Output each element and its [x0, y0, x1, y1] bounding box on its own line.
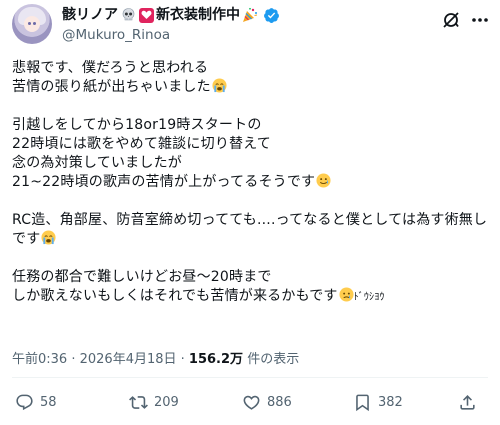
like-count: 886	[267, 395, 292, 410]
separator-dot: ·	[71, 352, 80, 367]
skull-icon	[120, 7, 136, 23]
tweet-line: 22時頃には歌をやめて雑談に切り替えて	[12, 136, 271, 152]
repost-count: 209	[154, 395, 179, 410]
tweet-line: しか歌えないもしくはそれでも苦情が来るかもです ﾄﾞｳｼﾖｳ	[12, 287, 385, 304]
tweet-line: 悲報です、僕だろうと思われる	[12, 60, 209, 76]
display-name-suffix[interactable]: 新衣装制作中	[156, 5, 240, 25]
name-row[interactable]: 骸リノア 新衣装制作中	[62, 5, 280, 25]
tweet-line: 任務の都合で難しいけどお昼～20時まで	[12, 269, 272, 285]
tweet-line: 21~22時頃の歌声の苦情が上がってるそうです	[12, 173, 492, 192]
tweet-date[interactable]: 2026年4月18日	[80, 352, 177, 367]
views-count: 156.2万	[188, 352, 244, 367]
reply-count: 58	[40, 395, 57, 410]
trailing-text: ﾄﾞｳｼﾖｳ	[353, 292, 385, 303]
tweet-meta: 午前0:36 · 2026年4月18日 · 156.2万 件の表示	[12, 351, 299, 369]
tweet-text: 悲報です、僕だろうと思われる 苦情の張り紙が出ちゃいました 引越しをしてから18…	[12, 59, 492, 306]
tweet-header: 骸リノア 新衣装制作中 @Mukuro_Rinoa	[0, 0, 500, 52]
tweet-line: RC造、角部屋、防音室締め切ってても....ってなると僕としては為す術無し	[12, 212, 488, 228]
crying-face-icon	[41, 230, 56, 245]
share-icon	[460, 395, 475, 410]
sad-tear-icon	[339, 287, 354, 302]
heart-icon	[138, 7, 154, 23]
display-name[interactable]: 骸リノア	[62, 5, 118, 25]
verified-badge-icon	[264, 7, 279, 23]
tweet-line: です	[12, 230, 492, 249]
user-handle[interactable]: @Mukuro_Rinoa	[62, 26, 170, 44]
separator-dot: ·	[180, 352, 189, 367]
avatar[interactable]	[12, 4, 52, 44]
share-button[interactable]	[458, 393, 477, 412]
grok-icon[interactable]	[441, 10, 461, 30]
bookmark-count: 382	[378, 395, 403, 410]
crying-face-icon	[212, 78, 227, 93]
repost-button[interactable]: 209	[129, 393, 179, 412]
action-bar: 58 209 886 382	[0, 378, 500, 425]
bookmark-icon	[356, 394, 369, 412]
more-options-icon[interactable]	[468, 10, 492, 30]
tweet-line: 引越しをしてから18or19時スタートの	[12, 117, 262, 133]
tweet-time[interactable]: 午前0:36	[12, 352, 67, 367]
tweet-line: 苦情の張り紙が出ちゃいました	[12, 78, 492, 97]
reply-icon	[16, 394, 33, 411]
party-popper-icon	[242, 7, 258, 23]
views-label: 件の表示	[247, 352, 300, 367]
repost-icon	[129, 396, 148, 409]
bookmark-count-button[interactable]: 382	[353, 393, 403, 412]
like-button[interactable]: 886	[242, 393, 292, 412]
heart-outline-icon	[243, 395, 260, 410]
tweet-line: 念の為対策していましたが	[12, 155, 182, 171]
reply-button[interactable]: 58	[15, 393, 57, 412]
tear-smile-icon	[316, 173, 331, 188]
